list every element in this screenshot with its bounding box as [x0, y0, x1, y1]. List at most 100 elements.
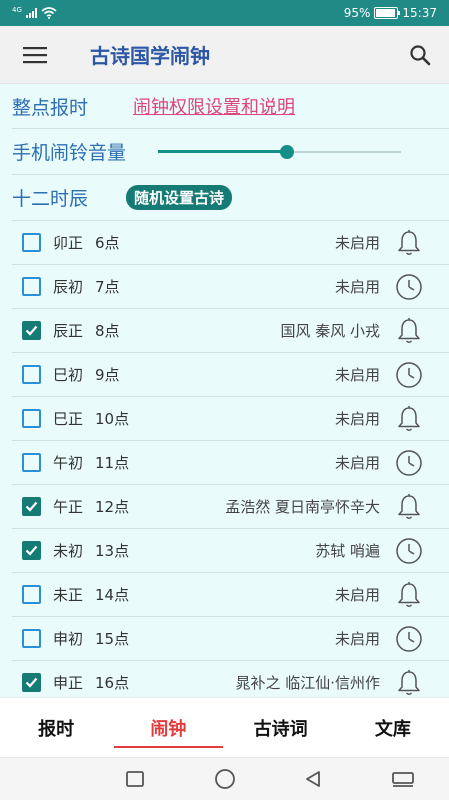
checkbox-unchecked[interactable]	[22, 629, 41, 648]
network-type: 4G	[12, 6, 22, 14]
app-title: 古诗国学闹钟	[90, 44, 210, 68]
alarm-poem[interactable]: 未启用	[335, 408, 380, 429]
status-left: 4G	[12, 6, 57, 20]
tab-3[interactable]: 文库	[337, 698, 449, 758]
checkbox-unchecked[interactable]	[22, 585, 41, 604]
bell-icon[interactable]	[394, 316, 424, 346]
alarm-row[interactable]: 申正 16点 晁补之 临江仙·信州作	[12, 661, 449, 697]
alarm-row[interactable]: 巳正 10点 未启用	[12, 397, 449, 441]
alarm-row[interactable]: 午正 12点 孟浩然 夏日南亭怀辛大	[12, 485, 449, 529]
period-label: 十二时辰	[12, 188, 89, 210]
bottom-tab-bar: 报时 闹钟 古诗词 文库	[0, 697, 449, 758]
status-right: 95% 15:37	[344, 6, 437, 20]
alarm-slot-name: 未正	[53, 586, 84, 604]
alarm-row[interactable]: 未初 13点 苏轼 哨遍	[12, 529, 449, 573]
alarm-slot-name: 巳正	[53, 410, 84, 428]
alarm-poem[interactable]: 未启用	[335, 452, 380, 473]
clock-icon[interactable]	[394, 536, 424, 566]
volume-label: 手机闹铃音量	[12, 142, 127, 164]
alarm-slot-name: 辰初	[53, 278, 84, 296]
alarm-hour: 7点	[95, 278, 120, 296]
main-content: 整点报时 闹钟权限设置和说明 手机闹铃音量 十二时辰 随机设置古诗 卯正 6点 未启…	[0, 84, 449, 697]
wifi-icon	[41, 7, 57, 19]
alarm-poem[interactable]: 国风 秦风 小戎	[280, 320, 380, 341]
alarm-slot-name: 申正	[53, 674, 84, 692]
bell-icon[interactable]	[394, 404, 424, 434]
alarm-hour: 15点	[95, 630, 130, 648]
volume-slider[interactable]	[158, 142, 402, 162]
bell-icon[interactable]	[394, 492, 424, 522]
signal-icon	[25, 8, 37, 18]
slider-thumb[interactable]	[279, 144, 294, 159]
recents-square-icon[interactable]	[123, 768, 147, 790]
alarm-poem[interactable]: 未启用	[335, 628, 380, 649]
bell-icon[interactable]	[394, 228, 424, 258]
checkbox-checked[interactable]	[22, 497, 41, 516]
alarm-hour: 8点	[95, 322, 120, 340]
alarm-poem[interactable]: 未启用	[335, 584, 380, 605]
checkbox-unchecked[interactable]	[22, 409, 41, 428]
alarm-slot-name: 午初	[53, 454, 84, 472]
alarm-poem[interactable]: 晁补之 临江仙·信州作	[235, 672, 380, 693]
clock-time: 15:37	[402, 6, 437, 20]
alarm-hour: 6点	[95, 234, 120, 252]
clock-icon[interactable]	[394, 360, 424, 390]
clock-icon[interactable]	[394, 448, 424, 478]
alarm-hour: 10点	[95, 410, 130, 428]
alarm-slot-name: 未初	[53, 542, 84, 560]
alarm-row[interactable]: 辰初 7点 未启用	[12, 265, 449, 309]
alarm-poem[interactable]: 孟浩然 夏日南亭怀辛大	[225, 496, 380, 517]
permission-settings-link[interactable]: 闹钟权限设置和说明	[133, 93, 295, 119]
home-circle-icon[interactable]	[213, 768, 237, 790]
hourly-label: 整点报时	[12, 96, 89, 119]
alarm-hour: 16点	[95, 674, 130, 692]
tab-0[interactable]: 报时	[0, 698, 112, 758]
app-bar: 古诗国学闹钟	[0, 26, 449, 84]
clock-icon[interactable]	[394, 624, 424, 654]
alarm-slot-name: 辰正	[53, 322, 84, 340]
alarm-hour: 9点	[95, 366, 120, 384]
alarm-poem[interactable]: 苏轼 哨遍	[315, 540, 380, 561]
back-triangle-icon[interactable]	[301, 768, 325, 790]
checkbox-checked[interactable]	[22, 541, 41, 560]
alarm-row[interactable]: 辰正 8点 国风 秦风 小戎	[12, 309, 449, 353]
tab-1[interactable]: 闹钟	[112, 698, 224, 758]
checkbox-checked[interactable]	[22, 321, 41, 340]
battery-icon	[374, 7, 401, 19]
alarm-hour: 12点	[95, 498, 130, 516]
bell-icon[interactable]	[394, 668, 424, 697]
search-icon[interactable]	[405, 40, 435, 70]
alarm-slot-name: 巳初	[53, 366, 84, 384]
alarm-row[interactable]: 巳初 9点 未启用	[12, 353, 449, 397]
checkbox-checked[interactable]	[22, 673, 41, 692]
bell-icon[interactable]	[394, 580, 424, 610]
checkbox-unchecked[interactable]	[22, 233, 41, 252]
alarm-hour: 14点	[95, 586, 130, 604]
status-bar: 4G 95% 15:37	[0, 0, 449, 26]
keyboard-icon[interactable]	[391, 768, 415, 790]
checkbox-unchecked[interactable]	[22, 365, 41, 384]
alarm-slot-name: 卯正	[53, 234, 84, 252]
random-poem-button[interactable]: 随机设置古诗	[126, 185, 233, 210]
hourly-row: 整点报时 闹钟权限设置和说明	[12, 84, 449, 129]
alarm-poem[interactable]: 未启用	[335, 364, 380, 385]
alarm-hour: 11点	[95, 454, 130, 472]
alarm-hour: 13点	[95, 542, 130, 560]
alarm-slot-name: 午正	[53, 498, 84, 516]
clock-icon[interactable]	[394, 272, 424, 302]
tab-2[interactable]: 古诗词	[225, 698, 337, 758]
hamburger-menu-icon[interactable]	[0, 26, 70, 83]
alarm-row[interactable]: 卯正 6点 未启用	[12, 221, 449, 265]
alarm-row[interactable]: 未正 14点 未启用	[12, 573, 449, 617]
checkbox-unchecked[interactable]	[22, 277, 41, 296]
alarm-poem[interactable]: 未启用	[335, 232, 380, 253]
alarm-slot-name: 申初	[53, 630, 84, 648]
battery-percent: 95%	[343, 6, 371, 20]
alarm-row[interactable]: 午初 11点 未启用	[12, 441, 449, 485]
system-navigation-bar	[0, 757, 449, 800]
alarm-row[interactable]: 申初 15点 未启用	[12, 617, 449, 661]
checkbox-unchecked[interactable]	[22, 453, 41, 472]
slider-fill	[158, 149, 287, 153]
alarm-poem[interactable]: 未启用	[335, 276, 380, 297]
volume-row: 手机闹铃音量	[12, 129, 449, 175]
